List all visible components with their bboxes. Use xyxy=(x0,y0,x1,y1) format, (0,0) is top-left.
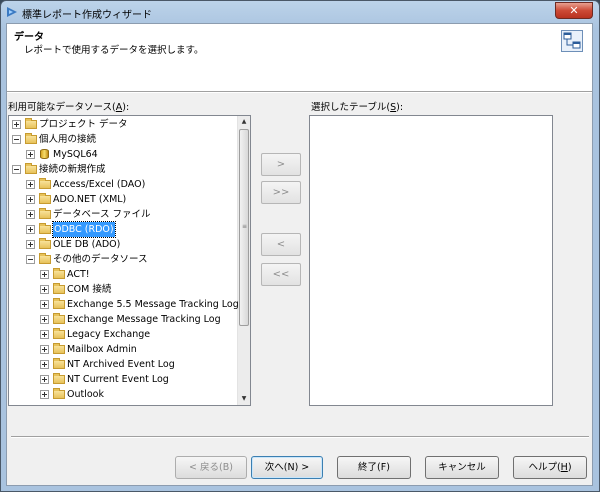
wizard-body: データ レポートで使用するデータを選択します。 利用可能なデータソース(A): … xyxy=(6,23,593,486)
folder-icon xyxy=(53,373,65,384)
expand-icon[interactable] xyxy=(40,375,49,384)
remove-all-button[interactable]: << xyxy=(261,263,301,286)
footer-separator xyxy=(11,436,589,438)
folder-icon xyxy=(53,313,65,324)
close-button[interactable]: ✕ xyxy=(555,2,593,19)
collapse-icon[interactable] xyxy=(12,135,21,144)
tree-item-label: MySQL64 xyxy=(53,149,98,160)
scroll-down-icon[interactable]: ▼ xyxy=(238,393,250,405)
folder-icon xyxy=(39,238,51,249)
expand-icon[interactable] xyxy=(26,225,35,234)
tree-item-label: ODBC (RDO) xyxy=(52,221,116,238)
folder-icon xyxy=(53,343,65,354)
page-title: データ xyxy=(14,32,44,43)
tree-item-label: プロジェクト データ xyxy=(39,119,128,130)
folder-icon xyxy=(39,193,51,204)
window-title: 標準レポート作成ウィザード xyxy=(22,10,152,21)
cancel-button[interactable]: キャンセル xyxy=(425,456,499,479)
folder-icon xyxy=(53,388,65,399)
expand-icon[interactable] xyxy=(26,210,35,219)
tree-item-label: Exchange 5.5 Message Tracking Log xyxy=(67,299,239,310)
expand-icon[interactable] xyxy=(40,285,49,294)
folder-icon xyxy=(25,163,37,174)
tree-item-label: Mailbox Admin xyxy=(67,344,137,355)
expand-icon[interactable] xyxy=(40,360,49,369)
expand-icon[interactable] xyxy=(40,315,49,324)
page-subtitle: レポートで使用するデータを選択します。 xyxy=(24,45,204,56)
back-button[interactable]: < 戻る(B) xyxy=(175,456,247,479)
folder-icon xyxy=(53,268,65,279)
tree-item-label: その他のデータソース xyxy=(53,254,148,265)
collapse-icon[interactable] xyxy=(12,165,21,174)
tree-item-label: Outlook xyxy=(67,389,104,400)
expand-icon[interactable] xyxy=(40,390,49,399)
folder-icon xyxy=(39,208,51,219)
tree-item-label: ADO.NET (XML) xyxy=(53,194,127,205)
available-sources-tree[interactable]: ▲ ≡ ▼ プロジェクト データ 個人用の接続 MySQL64 接続の新規作成 Acce… xyxy=(8,115,251,406)
next-button[interactable]: 次へ(N) > xyxy=(251,456,323,479)
expand-icon[interactable] xyxy=(40,300,49,309)
folder-icon xyxy=(39,253,51,264)
add-button[interactable]: > xyxy=(261,153,301,176)
remove-button[interactable]: < xyxy=(261,233,301,256)
folder-icon xyxy=(39,178,51,189)
close-icon: ✕ xyxy=(569,4,579,17)
expand-icon[interactable] xyxy=(26,150,35,159)
expand-icon[interactable] xyxy=(40,345,49,354)
wizard-window: 標準レポート作成ウィザード ✕ データ レポートで使用するデータを選択します。 … xyxy=(0,0,600,492)
tree-item-label: Exchange Message Tracking Log xyxy=(67,314,221,325)
tree-item-label: データベース ファイル xyxy=(53,209,151,220)
tree-item-label: COM 接続 xyxy=(67,284,112,295)
tree-item-label: NT Archived Event Log xyxy=(67,359,175,370)
available-sources-label: 利用可能なデータソース(A): xyxy=(8,102,130,113)
tree-item-label: OLE DB (ADO) xyxy=(53,239,121,250)
scroll-up-icon[interactable]: ▲ xyxy=(238,116,250,128)
folder-icon xyxy=(25,118,37,129)
selected-tables-label: 選択したテーブル(S): xyxy=(311,102,404,113)
data-wizard-icon xyxy=(561,30,583,52)
expand-icon[interactable] xyxy=(26,180,35,189)
folder-icon xyxy=(39,223,51,234)
expand-icon[interactable] xyxy=(26,195,35,204)
header-separator xyxy=(7,92,592,93)
add-all-button[interactable]: >> xyxy=(261,181,301,204)
expand-icon[interactable] xyxy=(12,120,21,129)
tree-item-label: Legacy Exchange xyxy=(67,329,151,340)
folder-icon xyxy=(53,298,65,309)
tree-item-label: NT Current Event Log xyxy=(67,374,169,385)
wizard-header: データ レポートで使用するデータを選択します。 xyxy=(7,24,592,92)
folder-icon xyxy=(25,133,37,144)
finish-button[interactable]: 終了(F) xyxy=(337,456,411,479)
folder-icon xyxy=(53,328,65,339)
grip-icon: ≡ xyxy=(242,223,248,230)
expand-icon[interactable] xyxy=(40,270,49,279)
database-icon xyxy=(40,149,49,159)
expand-icon[interactable] xyxy=(40,330,49,339)
tree-item-label: Access/Excel (DAO) xyxy=(53,179,146,190)
selected-tables-list[interactable] xyxy=(309,115,553,406)
expand-icon[interactable] xyxy=(26,240,35,249)
help-button[interactable]: ヘルプ(H) xyxy=(513,456,587,479)
tree-scrollbar[interactable]: ▲ ≡ ▼ xyxy=(237,116,250,405)
collapse-icon[interactable] xyxy=(26,255,35,264)
folder-icon xyxy=(53,283,65,294)
tree-item-label: ACT! xyxy=(67,269,90,280)
folder-icon xyxy=(53,358,65,369)
title-bar[interactable]: 標準レポート作成ウィザード ✕ xyxy=(1,1,599,23)
scroll-thumb[interactable]: ≡ xyxy=(239,129,249,326)
tree-item-label: 個人用の接続 xyxy=(39,134,97,145)
app-icon xyxy=(7,7,17,17)
tree-item-label: 接続の新規作成 xyxy=(39,164,106,175)
